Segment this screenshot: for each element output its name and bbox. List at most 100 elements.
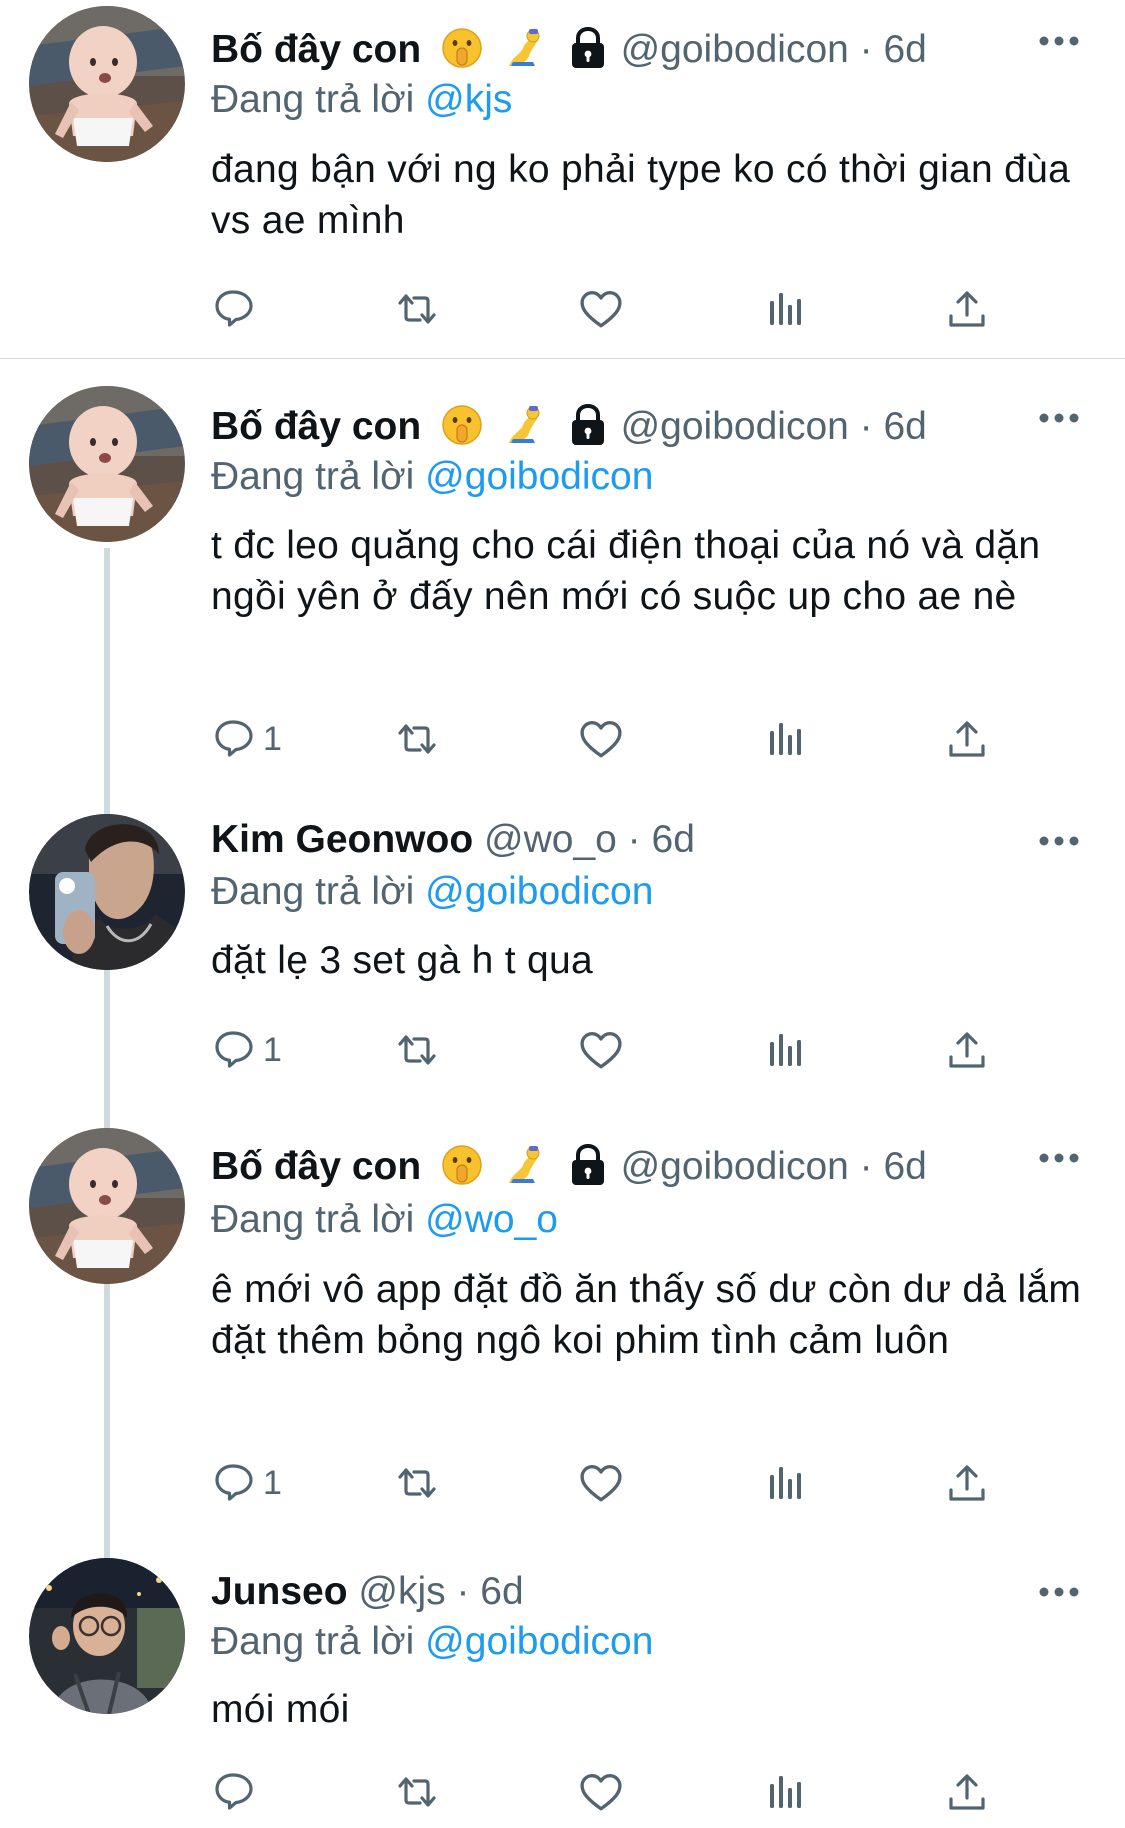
- more-options-icon[interactable]: [1038, 1152, 1080, 1164]
- genie-emoji-icon: [508, 28, 540, 67]
- reply-icon: [215, 1773, 253, 1810]
- tweet-4[interactable]: Bố đây con @goibodicon · 6d Đang trả lời…: [0, 1120, 1125, 1550]
- tweet-header: Bố đây con @goibodicon · 6d: [211, 25, 927, 75]
- reply-button[interactable]: 1: [213, 1453, 282, 1513]
- views-icon: [770, 723, 801, 755]
- replying-prefix: Đang trả lời: [211, 455, 415, 498]
- like-button[interactable]: [580, 1020, 622, 1080]
- views-icon: [770, 293, 801, 325]
- share-icon: [949, 291, 985, 327]
- retweet-icon: [398, 294, 436, 324]
- mention-link[interactable]: @goibodicon: [425, 455, 653, 498]
- reply-button[interactable]: [213, 1762, 263, 1822]
- tweet-header: Junseo @kjs · 6d: [211, 1567, 524, 1617]
- retweet-button[interactable]: [394, 709, 438, 769]
- retweet-button[interactable]: [394, 1453, 438, 1513]
- reply-icon: [215, 290, 253, 327]
- reply-icon: [215, 1031, 253, 1068]
- tweet-header: Kim Geonwoo @wo_o · 6d: [211, 815, 695, 865]
- views-button[interactable]: [767, 1762, 805, 1822]
- action-bar: [0, 1762, 1125, 1822]
- display-name[interactable]: Bố đây con: [211, 28, 421, 71]
- tweet-3[interactable]: Kim Geonwoo @wo_o · 6d Đang trả lời @goi…: [0, 798, 1125, 1128]
- avatar[interactable]: [29, 814, 185, 970]
- replying-to: Đang trả lời @goibodicon: [211, 455, 653, 499]
- avatar[interactable]: [29, 1128, 185, 1284]
- tweet-text: đang bận với ng ko phải type ko có thời …: [211, 148, 1071, 242]
- handle-and-time[interactable]: @goibodicon · 6d: [621, 405, 927, 448]
- tweet-text: t đc leo quăng cho cái điện thoại của nó…: [211, 524, 1041, 618]
- like-icon: [580, 721, 622, 758]
- mention-link[interactable]: @goibodicon: [425, 1620, 653, 1663]
- like-button[interactable]: [580, 1453, 622, 1513]
- retweet-icon: [398, 1777, 436, 1807]
- tweet-text: mói mói: [211, 1688, 350, 1731]
- avatar[interactable]: [29, 386, 185, 542]
- mention-link[interactable]: @goibodicon: [425, 870, 653, 913]
- shushing-face-icon: [442, 1145, 482, 1185]
- share-button[interactable]: [947, 279, 987, 339]
- retweet-button[interactable]: [394, 1762, 438, 1822]
- tweet-2[interactable]: Bố đây con @goibodicon · 6d Đang trả lời…: [0, 378, 1125, 798]
- retweet-button[interactable]: [394, 279, 438, 339]
- share-button[interactable]: [947, 1762, 987, 1822]
- views-icon: [770, 1776, 801, 1808]
- action-bar: [0, 279, 1125, 339]
- reply-button[interactable]: 1: [213, 709, 282, 769]
- mention-link[interactable]: @kjs: [425, 78, 512, 121]
- views-button[interactable]: [767, 1020, 805, 1080]
- like-button[interactable]: [580, 1762, 622, 1822]
- views-button[interactable]: [767, 279, 805, 339]
- reply-button[interactable]: [213, 279, 263, 339]
- retweet-icon: [398, 1035, 436, 1065]
- genie-emoji-icon: [508, 1145, 540, 1184]
- display-name[interactable]: Junseo: [211, 1570, 348, 1613]
- tweet-1[interactable]: Bố đây con @goibodicon · 6d Đang trả lời…: [0, 0, 1125, 358]
- replying-prefix: Đang trả lời: [211, 1198, 415, 1241]
- display-name[interactable]: Bố đây con: [211, 1145, 421, 1188]
- tweet-5[interactable]: Junseo @kjs · 6d Đang trả lời @goibodico…: [0, 1550, 1125, 1828]
- reply-count: 1: [263, 1030, 282, 1069]
- views-button[interactable]: [767, 709, 805, 769]
- tweet-text: đặt lẹ 3 set gà h t qua: [211, 939, 594, 982]
- divider: [0, 358, 1125, 359]
- replying-prefix: Đang trả lời: [211, 1620, 415, 1663]
- handle-and-time[interactable]: @kjs · 6d: [358, 1570, 523, 1613]
- share-icon: [949, 1465, 985, 1501]
- share-icon: [949, 721, 985, 757]
- avatar[interactable]: [29, 6, 185, 162]
- reply-count: 1: [263, 719, 282, 758]
- views-button[interactable]: [767, 1453, 805, 1513]
- display-name[interactable]: Kim Geonwoo: [211, 818, 473, 861]
- like-button[interactable]: [580, 279, 622, 339]
- avatar[interactable]: [29, 1558, 185, 1714]
- share-button[interactable]: [947, 709, 987, 769]
- more-options-icon[interactable]: [1038, 35, 1080, 47]
- shushing-face-icon: [442, 28, 482, 68]
- shushing-face-icon: [442, 405, 482, 445]
- reply-icon: [215, 1464, 253, 1501]
- reply-button[interactable]: 1: [213, 1020, 282, 1080]
- like-button[interactable]: [580, 709, 622, 769]
- share-icon: [949, 1032, 985, 1068]
- more-options-icon[interactable]: [1038, 1586, 1080, 1598]
- replying-to: Đang trả lời @goibodicon: [211, 870, 653, 914]
- share-button[interactable]: [947, 1020, 987, 1080]
- action-bar: 1: [0, 1020, 1125, 1080]
- more-options-icon[interactable]: [1038, 412, 1080, 424]
- replying-to: Đang trả lời @goibodicon: [211, 1620, 653, 1664]
- retweet-button[interactable]: [394, 1020, 438, 1080]
- replying-prefix: Đang trả lời: [211, 78, 415, 121]
- replying-to: Đang trả lời @kjs: [211, 78, 512, 122]
- views-icon: [770, 1467, 801, 1499]
- like-icon: [580, 291, 622, 328]
- handle-and-time[interactable]: @wo_o · 6d: [484, 818, 695, 861]
- more-options-icon[interactable]: [1038, 835, 1080, 847]
- share-button[interactable]: [947, 1453, 987, 1513]
- tweet-text: ê mới vô app đặt đồ ăn thấy số dư còn dư…: [211, 1268, 1082, 1362]
- display-name[interactable]: Bố đây con: [211, 405, 421, 448]
- mention-link[interactable]: @wo_o: [425, 1198, 558, 1241]
- like-icon: [580, 1465, 622, 1502]
- handle-and-time[interactable]: @goibodicon · 6d: [621, 28, 927, 71]
- handle-and-time[interactable]: @goibodicon · 6d: [621, 1145, 927, 1188]
